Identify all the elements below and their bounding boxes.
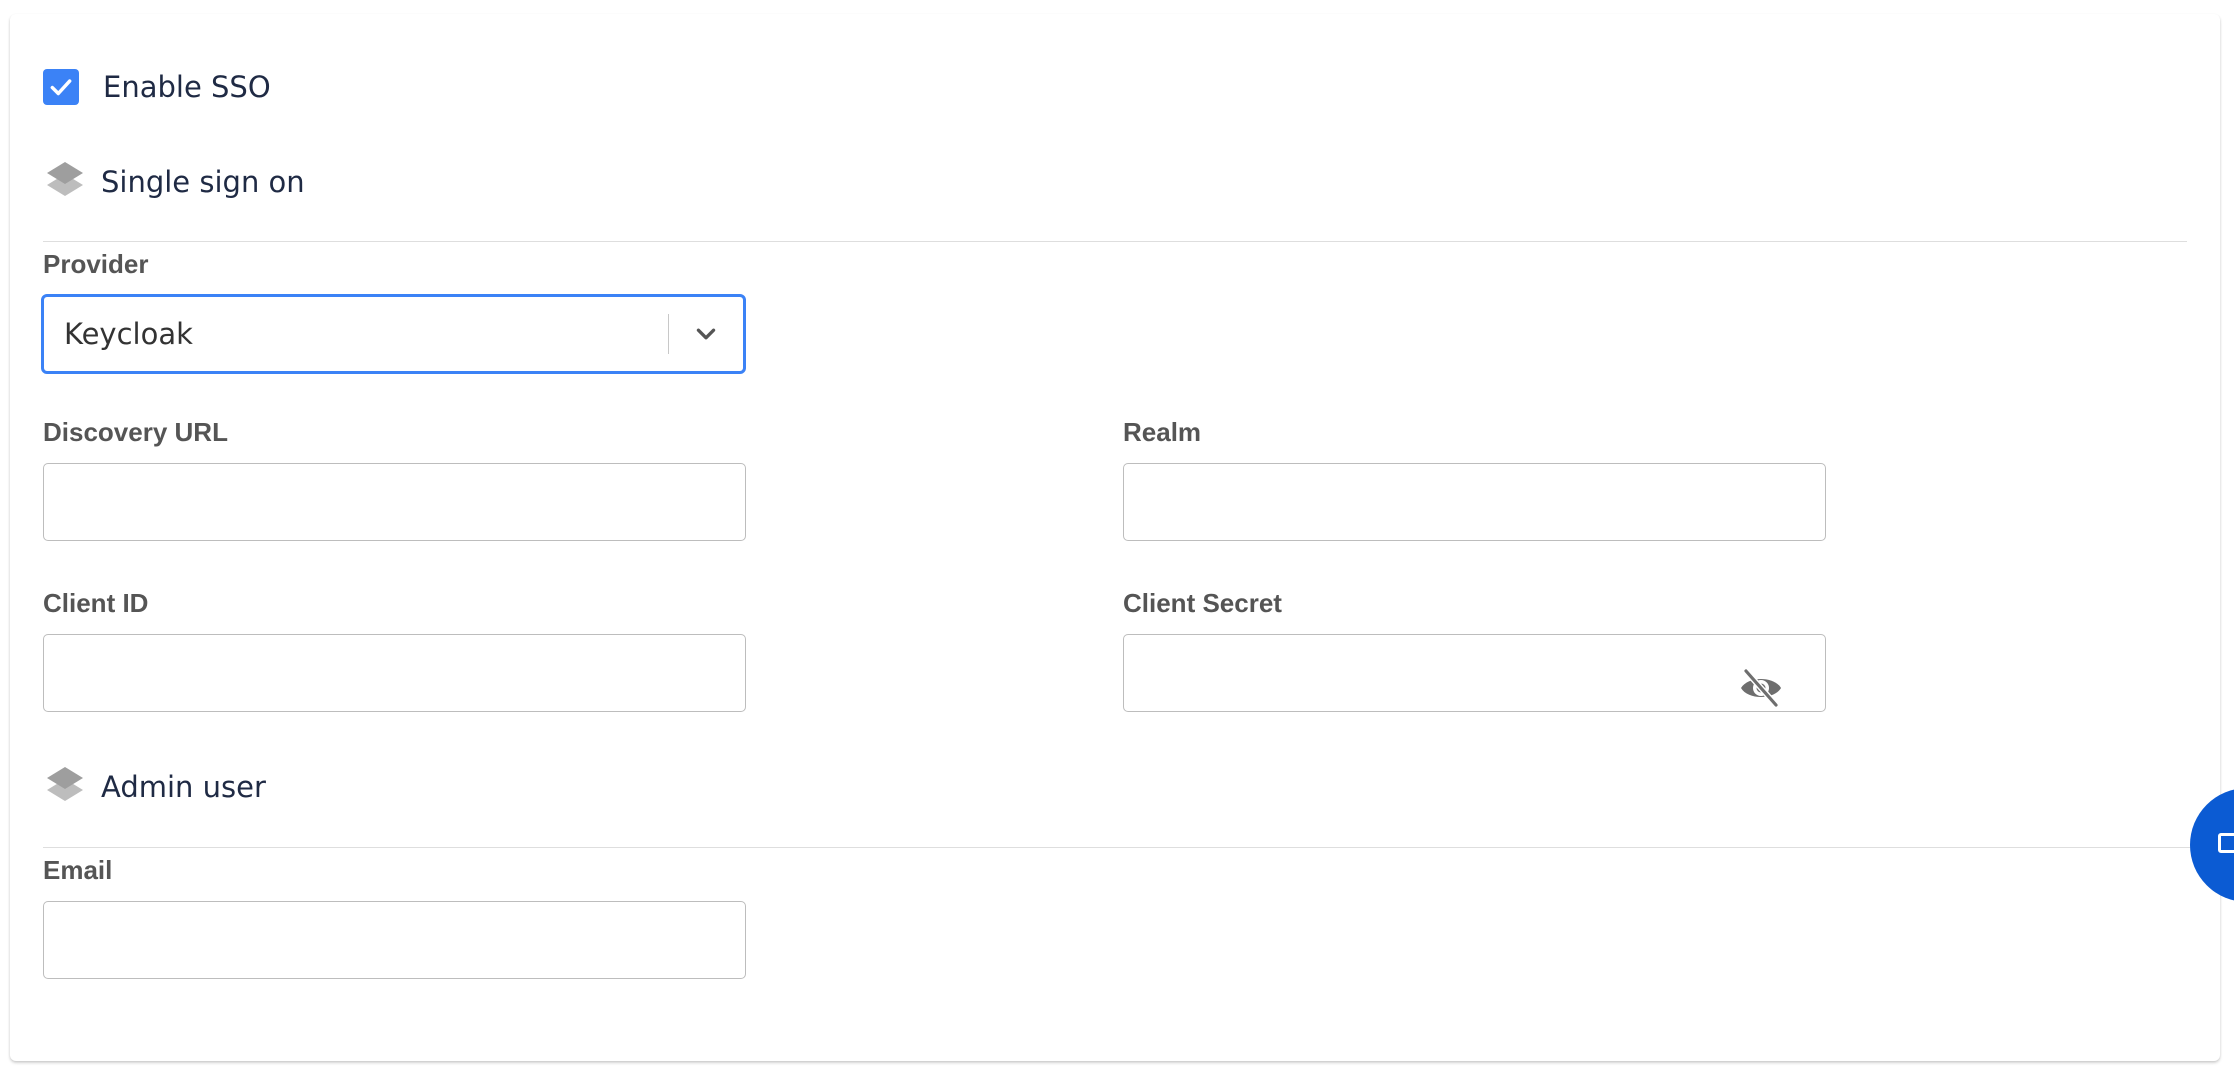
admin-user-header: Admin user xyxy=(45,765,266,809)
discovery-url-input[interactable] xyxy=(43,463,746,541)
provider-label: Provider xyxy=(43,249,149,279)
email-label: Email xyxy=(43,855,113,885)
email-input[interactable] xyxy=(43,901,746,979)
enable-sso-checkbox-row[interactable]: Enable SSO xyxy=(43,69,271,105)
chevron-down-icon[interactable] xyxy=(669,297,743,371)
single-sign-on-header: Single sign on xyxy=(45,160,305,204)
checkmark-icon xyxy=(50,79,72,96)
enable-sso-checkbox[interactable] xyxy=(43,69,79,105)
section-divider xyxy=(43,847,2220,848)
section-divider xyxy=(43,241,2187,242)
provider-select[interactable]: Keycloak xyxy=(41,294,746,374)
layers-icon xyxy=(45,160,85,204)
chat-icon xyxy=(2218,833,2234,853)
eye-off-icon[interactable] xyxy=(1736,666,1786,710)
client-id-label: Client ID xyxy=(43,588,149,618)
provider-select-value: Keycloak xyxy=(64,317,193,351)
enable-sso-label: Enable SSO xyxy=(103,70,271,104)
client-secret-input[interactable] xyxy=(1123,634,1826,712)
admin-user-title: Admin user xyxy=(101,770,266,804)
sso-settings-card: Enable SSO Single sign on Provider Keycl… xyxy=(10,14,2220,1061)
realm-label: Realm xyxy=(1123,417,1202,447)
realm-input[interactable] xyxy=(1123,463,1826,541)
client-secret-label: Client Secret xyxy=(1123,588,1282,618)
client-id-input[interactable] xyxy=(43,634,746,712)
discovery-url-label: Discovery URL xyxy=(43,417,228,447)
layers-icon xyxy=(45,765,85,809)
single-sign-on-title: Single sign on xyxy=(101,165,305,199)
